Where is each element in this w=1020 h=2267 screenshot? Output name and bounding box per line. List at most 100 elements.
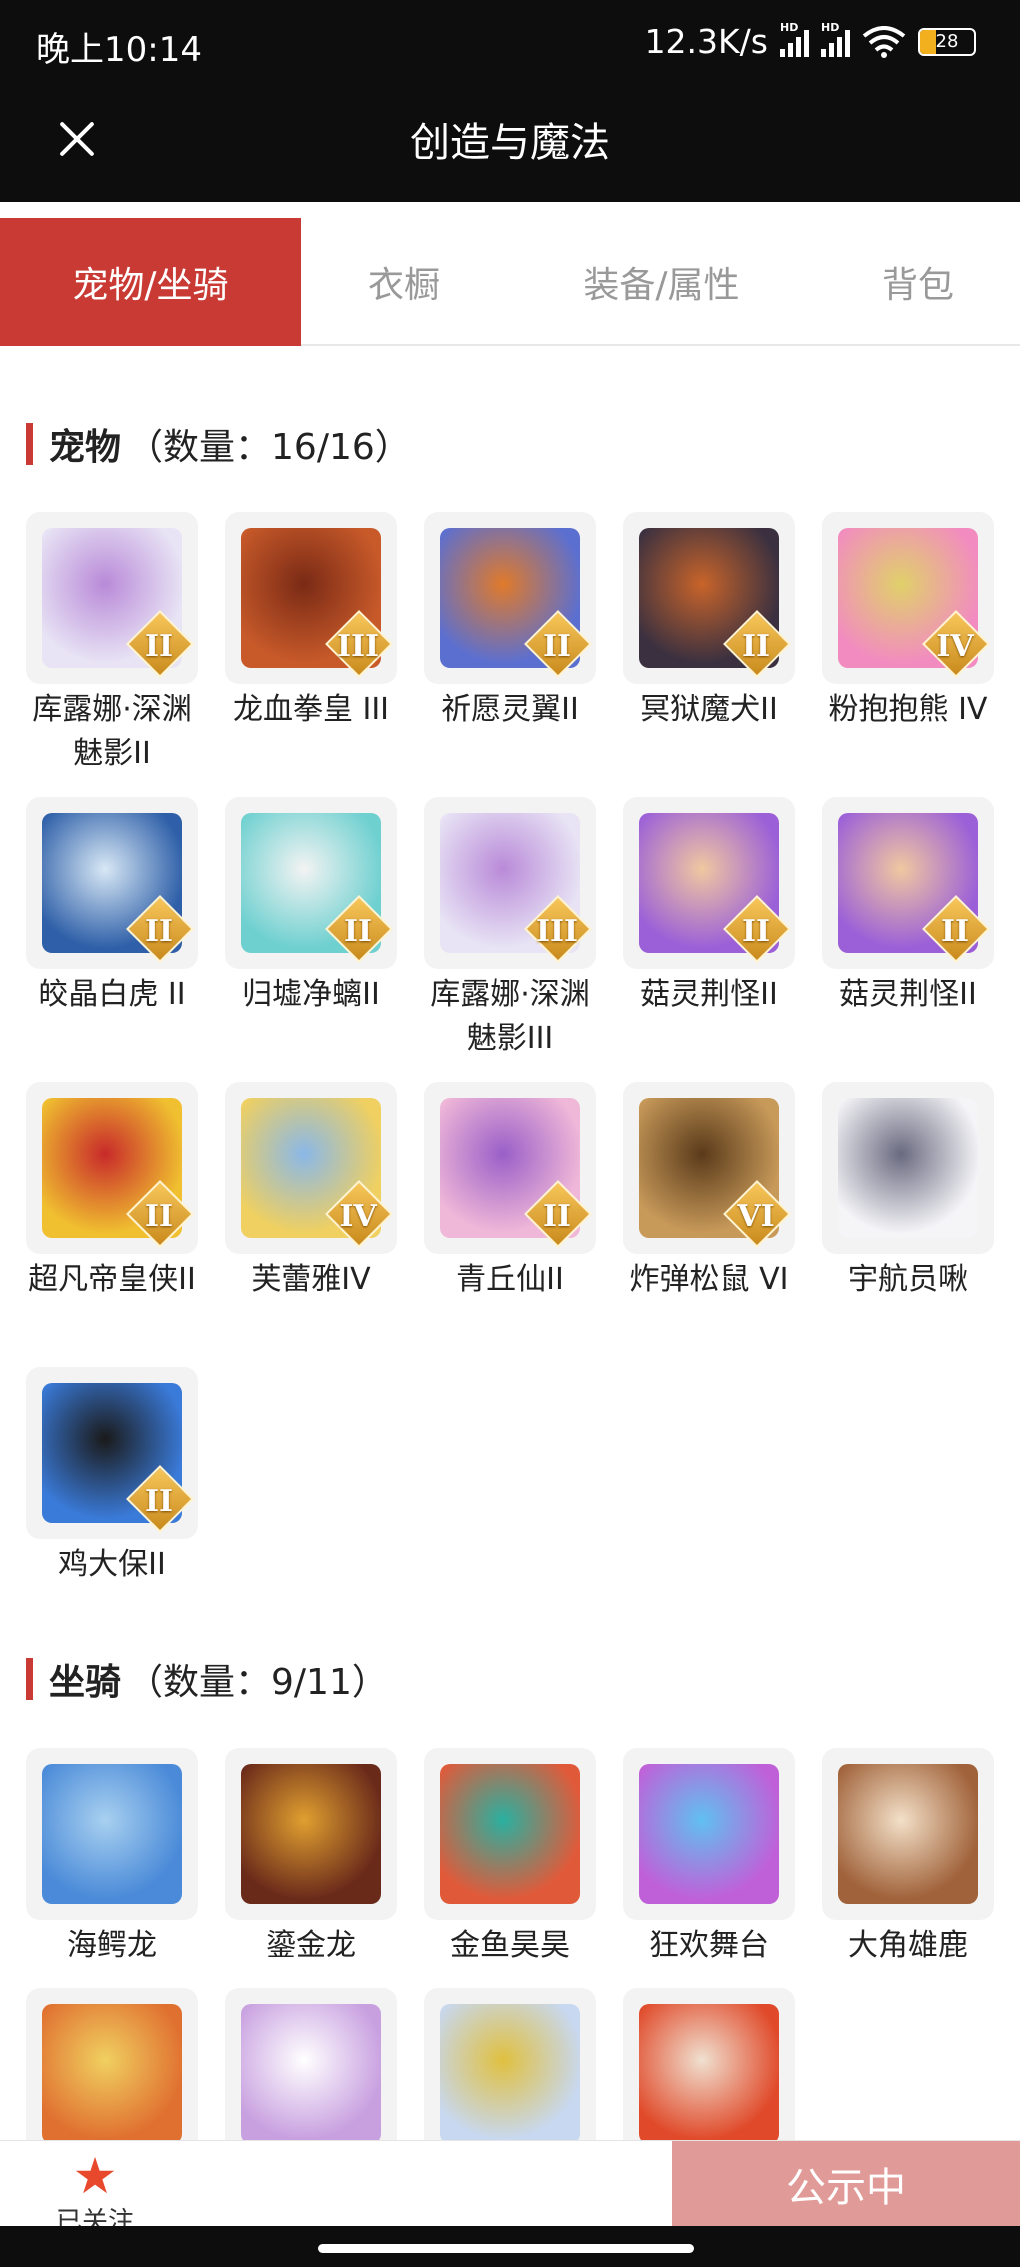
item-name: 冥狱魔犬II [640, 692, 778, 727]
item-thumbnail: II [822, 797, 994, 969]
item-card[interactable]: IV 芙蕾雅IV [225, 1082, 397, 1355]
item-name: 皎晶白虎 II [38, 977, 186, 1012]
battery-icon: 28 [918, 27, 976, 56]
item-thumbnail [424, 1988, 596, 2160]
item-thumbnail [424, 1748, 596, 1920]
item-name: 炸弹松鼠 VI [629, 1262, 789, 1297]
item-thumbnail: II [225, 797, 397, 969]
item-card[interactable]: II 冥狱魔犬II [623, 512, 795, 785]
item-thumbnail [26, 1988, 198, 2160]
item-card[interactable]: III 龙血拳皇 III [225, 512, 397, 785]
tab-backpack[interactable]: 背包 [816, 218, 1020, 346]
item-image [241, 2004, 381, 2144]
rank-badge-text: II [343, 914, 373, 949]
nav-bar [0, 2226, 1020, 2267]
item-thumbnail: III [424, 797, 596, 969]
status-bar: 晚上10:14 12.3K/s HD HD 28 [0, 0, 1020, 92]
item-card[interactable]: II 祈愿灵翼II [424, 512, 596, 785]
item-card[interactable]: II 青丘仙II [424, 1082, 596, 1355]
item-image [440, 2004, 580, 2144]
item-image [639, 2004, 779, 2144]
item-name: 海鳄龙 [67, 1928, 157, 1963]
mounts-grid: 海鳄龙 鎏金龙 金鱼昊昊 狂欢舞台 大角雄鹿 [26, 1748, 994, 2188]
section-count: （数量：16/16） [127, 427, 411, 468]
signal-icon: HD [780, 21, 809, 57]
tab-pets-mounts[interactable]: 宠物/坐骑 [0, 218, 301, 346]
item-card[interactable]: II 菇灵荆怪II [822, 797, 994, 1070]
item-name: 宇航员啾 [848, 1262, 968, 1297]
follow-button[interactable]: ★ 已关注 [40, 2151, 150, 2238]
rank-badge-text: III [336, 629, 380, 664]
home-indicator[interactable] [318, 2244, 694, 2253]
item-card[interactable]: 大角雄鹿 [822, 1748, 994, 1988]
item-card[interactable]: II 库露娜·深渊魅影II [26, 512, 198, 785]
item-name: 金鱼昊昊 [450, 1928, 570, 1963]
section-title: 宠物 [49, 427, 122, 468]
rank-badge-text: II [542, 1199, 572, 1234]
item-name: 狂欢舞台 [649, 1928, 769, 1963]
item-name: 库露娜·深渊魅影II [32, 692, 192, 771]
item-name: 超凡帝皇侠II [28, 1262, 196, 1297]
item-name: 粉抱抱熊 IV [828, 692, 988, 727]
item-image [42, 2004, 182, 2144]
wifi-icon [862, 25, 906, 58]
network-speed: 12.3K/s [644, 22, 768, 61]
item-image [440, 1764, 580, 1904]
item-card[interactable]: IV 粉抱抱熊 IV [822, 512, 994, 785]
rank-badge-text: VI [737, 1199, 775, 1234]
item-name: 芙蕾雅IV [251, 1262, 371, 1297]
item-card[interactable]: II 鸡大保II [26, 1367, 198, 1582]
item-card[interactable]: 宇航员啾 [822, 1082, 994, 1355]
pets-grid: II 库露娜·深渊魅影II III 龙血拳皇 III II 祈愿灵翼II II 冥狱魔犬II I… [26, 512, 994, 1582]
item-thumbnail [822, 1082, 994, 1254]
rank-badge-text: II [144, 1199, 174, 1234]
item-card[interactable]: II 超凡帝皇侠II [26, 1082, 198, 1355]
item-name: 菇灵荆怪II [640, 977, 778, 1012]
item-card[interactable]: II 菇灵荆怪II [623, 797, 795, 1070]
rank-badge-text: II [144, 629, 174, 664]
item-name: 菇灵荆怪II [839, 977, 977, 1012]
item-name: 归墟净螭II [242, 977, 380, 1012]
rank-badge-text: II [542, 629, 572, 664]
clock: 晚上10:14 [36, 30, 202, 70]
item-name: 龙血拳皇 III [232, 692, 390, 727]
item-image [838, 1764, 978, 1904]
item-thumbnail [225, 1748, 397, 1920]
section-marker [26, 1658, 33, 1700]
item-thumbnail: II [26, 512, 198, 684]
rank-badge-text: IV [339, 1199, 377, 1234]
item-thumbnail: II [623, 797, 795, 969]
item-card[interactable]: 金鱼昊昊 [424, 1748, 596, 1988]
rank-badge-text: II [144, 1484, 174, 1519]
item-card[interactable]: 海鳄龙 [26, 1748, 198, 1988]
rank-badge-text: III [535, 914, 579, 949]
pets-section-header: 宠物 （数量：16/16） [26, 420, 411, 468]
item-card[interactable]: III 库露娜·深渊魅影III [424, 797, 596, 1070]
rank-badge-text: II [741, 914, 771, 949]
item-thumbnail: II [26, 1082, 198, 1254]
tab-equipment[interactable]: 装备/属性 [507, 218, 816, 346]
item-image [42, 1764, 182, 1904]
section-title: 坐骑 [49, 1662, 122, 1703]
item-thumbnail [225, 1988, 397, 2160]
item-card[interactable]: 狂欢舞台 [623, 1748, 795, 1988]
item-card[interactable]: 鎏金龙 [225, 1748, 397, 1988]
item-thumbnail: II [424, 1082, 596, 1254]
rank-badge-text: IV [936, 629, 974, 664]
item-name: 祈愿灵翼II [441, 692, 579, 727]
item-thumbnail [623, 1748, 795, 1920]
item-name: 鎏金龙 [266, 1928, 356, 1963]
item-thumbnail: IV [822, 512, 994, 684]
tab-wardrobe[interactable]: 衣橱 [301, 218, 507, 346]
public-button[interactable]: 公示中 [672, 2141, 1020, 2227]
item-name: 青丘仙II [456, 1262, 564, 1297]
item-card[interactable]: II 归墟净螭II [225, 797, 397, 1070]
title-bar: 创造与魔法 [0, 92, 1020, 202]
item-thumbnail: II [26, 797, 198, 969]
star-icon: ★ [72, 2147, 118, 2205]
item-image [639, 1764, 779, 1904]
item-card[interactable]: II 皎晶白虎 II [26, 797, 198, 1070]
rank-badge-text: II [741, 629, 771, 664]
item-card[interactable]: VI 炸弹松鼠 VI [623, 1082, 795, 1355]
item-name: 鸡大保II [58, 1547, 166, 1582]
